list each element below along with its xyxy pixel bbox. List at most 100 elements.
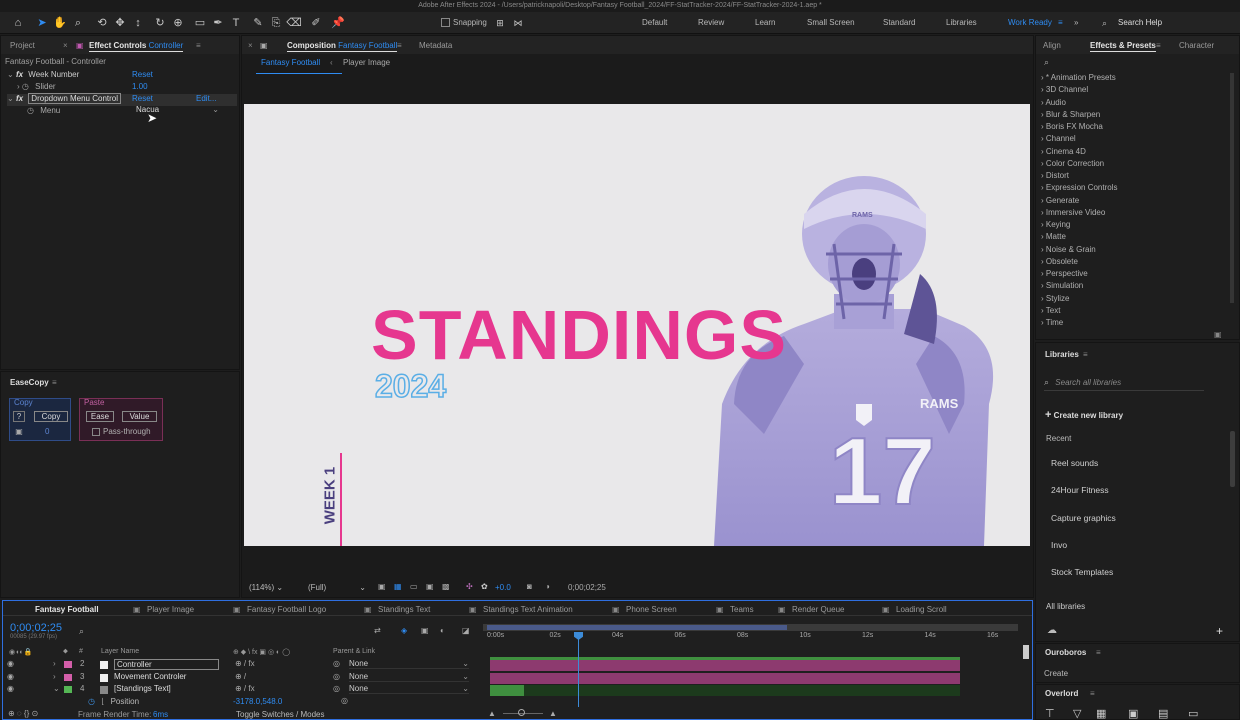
workspace-learn[interactable]: Learn <box>755 18 775 27</box>
stopwatch-icon[interactable]: ◷ <box>88 697 95 706</box>
panel-menu-icon[interactable]: ≡ <box>1090 689 1095 698</box>
copy-button[interactable]: Copy <box>34 411 68 422</box>
panel-menu-icon[interactable]: ≡ <box>1096 648 1101 657</box>
workspace-libraries[interactable]: Libraries <box>946 18 977 27</box>
layer-switches-icon[interactable]: ⊕ / <box>235 672 246 681</box>
effects-category-item[interactable]: › Noise & Grain <box>1041 245 1096 254</box>
layer-name[interactable]: Movement Controler <box>114 672 186 681</box>
position-value[interactable]: -3178.0,548.0 <box>233 697 282 706</box>
home-icon[interactable]: ⌂ <box>10 15 26 31</box>
snap-edges-icon[interactable]: ⋈ <box>510 15 526 31</box>
parent-dropdown[interactable]: None ⌄ <box>349 659 469 669</box>
show-channel-icon[interactable]: ◑ <box>545 582 550 591</box>
parent-dropdown[interactable]: None ⌄ <box>349 684 469 694</box>
workspace-small-screen[interactable]: Small Screen <box>807 18 855 27</box>
rectangle-tool-icon[interactable]: ▭ <box>192 15 208 31</box>
work-area-range[interactable] <box>487 625 787 630</box>
workspace-work-ready[interactable]: Work Ready <box>1008 18 1052 27</box>
scrollbar[interactable] <box>1230 73 1234 303</box>
folder-icon[interactable]: ▭ <box>1188 707 1198 720</box>
grid-icon[interactable]: ▦ <box>1096 707 1106 720</box>
effects-category-item[interactable]: › Time <box>1041 318 1063 327</box>
panel-menu-icon[interactable]: ≡ <box>196 41 201 50</box>
layer-row[interactable]: ◉ › 3 Movement Controler ⊕ / ◎ None ⌄ <box>3 672 473 684</box>
eye-icon[interactable]: ◉ <box>7 659 14 668</box>
save-icon[interactable]: ▣ <box>13 427 25 438</box>
dolly-camera-icon[interactable]: ↕ <box>130 15 146 31</box>
reset-button[interactable]: Reset <box>132 70 153 79</box>
effects-category-item[interactable]: › * Animation Presets <box>1041 73 1116 82</box>
panel-menu-icon[interactable]: ≡ <box>52 378 57 387</box>
search-help-label[interactable]: Search Help <box>1118 18 1162 27</box>
playhead-handle[interactable] <box>574 632 583 640</box>
pickwhip-icon[interactable]: ◎ <box>333 672 340 681</box>
image-icon[interactable]: ▣ <box>1128 707 1138 720</box>
timeline-tab[interactable]: Loading Scroll <box>896 605 947 614</box>
tab-character[interactable]: Character <box>1179 41 1214 50</box>
transparency-grid-icon[interactable]: ▩ <box>442 582 450 591</box>
effects-category-item[interactable]: › Matte <box>1041 232 1066 241</box>
effects-category-item[interactable]: › Obsolete <box>1041 257 1078 266</box>
brush-tool-icon[interactable]: ✎ <box>250 15 266 31</box>
rotation-tool-icon[interactable]: ↻ <box>152 15 168 31</box>
hand-tool-icon[interactable]: ✋ <box>52 15 68 31</box>
recent-library-item[interactable]: Capture graphics <box>1051 513 1116 523</box>
layer-row[interactable]: ◉ ⌄ 4 [Standings Text] ⊕ / fx ◎ None ⌄ <box>3 684 473 696</box>
workspace-overflow-icon[interactable]: » <box>1074 18 1078 27</box>
pass-through-checkbox[interactable] <box>92 428 100 436</box>
effects-category-item[interactable]: › Generate <box>1041 196 1079 205</box>
layers-icon[interactable]: ▤ <box>1158 707 1168 720</box>
keyframe-graph-icon[interactable]: ⌊ <box>101 697 104 706</box>
label-color-swatch[interactable] <box>64 673 72 681</box>
resolution-dropdown[interactable]: (Full) ⌄ <box>308 583 366 592</box>
effects-category-item[interactable]: › Simulation <box>1041 281 1083 290</box>
clone-stamp-icon[interactable]: ⎘ <box>268 15 284 31</box>
hide-shy-layers-icon[interactable]: ▣ <box>421 626 429 635</box>
reset-button[interactable]: Reset <box>132 94 153 103</box>
effects-category-item[interactable]: › Stylize <box>1041 294 1069 303</box>
search-input[interactable] <box>1056 58 1226 68</box>
chevron-right-icon[interactable]: › <box>53 659 56 668</box>
pickwhip-icon[interactable]: ◎ <box>341 696 348 705</box>
panel-menu-icon[interactable]: ≡ <box>1156 41 1161 50</box>
type-tool-icon[interactable]: T <box>228 15 244 31</box>
all-libraries-label[interactable]: All libraries <box>1046 602 1085 611</box>
timeline-tab[interactable]: Player Image <box>147 605 194 614</box>
fx-icon[interactable]: fx <box>16 70 23 79</box>
layer-switches-icon[interactable]: ⊕ / fx <box>235 659 255 668</box>
search-help-icon[interactable]: ⌕ <box>1102 18 1107 29</box>
snap-options-icon[interactable]: ⊞ <box>492 15 508 31</box>
parent-dropdown[interactable]: None ⌄ <box>349 672 469 682</box>
timeline-end-marker[interactable] <box>1023 645 1029 659</box>
stopwatch-icon[interactable]: ◷ <box>22 82 29 91</box>
pickwhip-icon[interactable]: ◎ <box>333 659 340 668</box>
layer-switches-icon[interactable]: ⊕ / fx <box>235 684 255 693</box>
chevron-down-icon[interactable]: ⌄ <box>53 684 60 693</box>
tab-project[interactable]: Project <box>10 41 35 50</box>
recent-library-item[interactable]: 24Hour Fitness <box>1051 485 1109 495</box>
pan-behind-icon[interactable]: ⊕ <box>170 15 186 31</box>
label-color-swatch[interactable] <box>64 686 72 693</box>
effects-category-item[interactable]: › Distort <box>1041 171 1069 180</box>
recent-library-item[interactable]: Stock Templates <box>1051 567 1113 577</box>
search-icon[interactable]: ⌕ <box>79 626 84 637</box>
stopwatch-icon[interactable]: ◷ <box>27 106 34 115</box>
cloud-icon[interactable]: ☁ <box>1047 625 1057 636</box>
snapshot-icon[interactable]: ▣ <box>378 582 386 591</box>
zoom-tool-icon[interactable]: ⌕ <box>70 15 86 31</box>
tab-align[interactable]: Align <box>1043 41 1061 50</box>
timeline-tab[interactable]: Fantasy Football Logo <box>247 605 326 614</box>
fx-icon[interactable]: fx <box>16 94 23 103</box>
effects-category-item[interactable]: › Text <box>1041 306 1060 315</box>
align-top-icon[interactable]: ⊤ <box>1045 707 1055 720</box>
current-time-display[interactable]: 0;00;02;25 <box>10 622 62 634</box>
effect-name[interactable]: Dropdown Menu Control <box>28 93 122 104</box>
roto-brush-icon[interactable]: ✐ <box>308 15 324 31</box>
layer-track-segment[interactable] <box>524 685 960 696</box>
timeline-tab[interactable]: Render Queue <box>792 605 844 614</box>
eraser-tool-icon[interactable]: ⌫ <box>286 15 302 31</box>
zoom-dropdown[interactable]: (114%) ⌄ <box>249 583 283 592</box>
value-button[interactable]: Value <box>122 411 157 422</box>
tab-composition[interactable]: Composition Fantasy Football <box>287 41 398 52</box>
slider-value[interactable]: 1.00 <box>132 82 148 91</box>
